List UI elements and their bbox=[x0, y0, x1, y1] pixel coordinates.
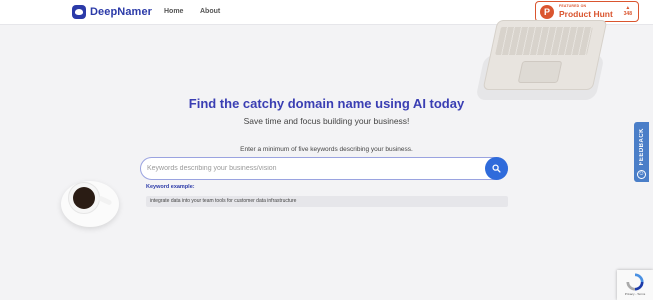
feedback-label: FEEDBACK bbox=[638, 128, 645, 166]
nav-home-link[interactable]: Home bbox=[164, 8, 183, 15]
nav-about-link[interactable]: About bbox=[200, 8, 220, 15]
product-hunt-name: Product Hunt bbox=[559, 9, 613, 19]
product-hunt-votes: ▲ 348 bbox=[624, 5, 632, 17]
recaptcha-text: Privacy - Terms bbox=[624, 292, 646, 296]
product-hunt-text: FEATURED ON Product Hunt bbox=[559, 4, 613, 19]
vote-count: 348 bbox=[623, 11, 632, 17]
search-icon bbox=[492, 164, 501, 173]
recaptcha-badge[interactable]: Privacy - Terms bbox=[617, 270, 653, 300]
keyword-hint: Enter a minimum of five keywords describ… bbox=[240, 146, 413, 153]
product-hunt-icon: P bbox=[540, 4, 554, 19]
coffee-liquid bbox=[73, 187, 95, 209]
laptop-keyboard bbox=[495, 27, 593, 55]
laptop-image bbox=[470, 20, 610, 100]
search-button[interactable] bbox=[485, 157, 508, 180]
logo[interactable]: DeepNamer bbox=[72, 5, 152, 19]
recaptcha-icon bbox=[626, 273, 644, 291]
search-input[interactable] bbox=[147, 165, 482, 172]
logo-text: DeepNamer bbox=[90, 6, 153, 18]
product-hunt-badge[interactable]: P FEATURED ON Product Hunt ▲ 348 bbox=[535, 1, 639, 22]
hero-title: Find the catchy domain name using AI tod… bbox=[188, 96, 465, 111]
search-box bbox=[140, 157, 508, 180]
feedback-icon: ☺ bbox=[637, 170, 646, 179]
logo-icon bbox=[72, 5, 86, 19]
feedback-tab[interactable]: FEEDBACK ☺ bbox=[634, 122, 649, 182]
keyword-example-label: Keyword example: bbox=[146, 184, 195, 190]
hero-subtitle: Save time and focus building your busine… bbox=[243, 116, 410, 126]
laptop-trackpad bbox=[517, 61, 563, 83]
keyword-example[interactable]: integrate data into your team tools for … bbox=[146, 196, 508, 207]
